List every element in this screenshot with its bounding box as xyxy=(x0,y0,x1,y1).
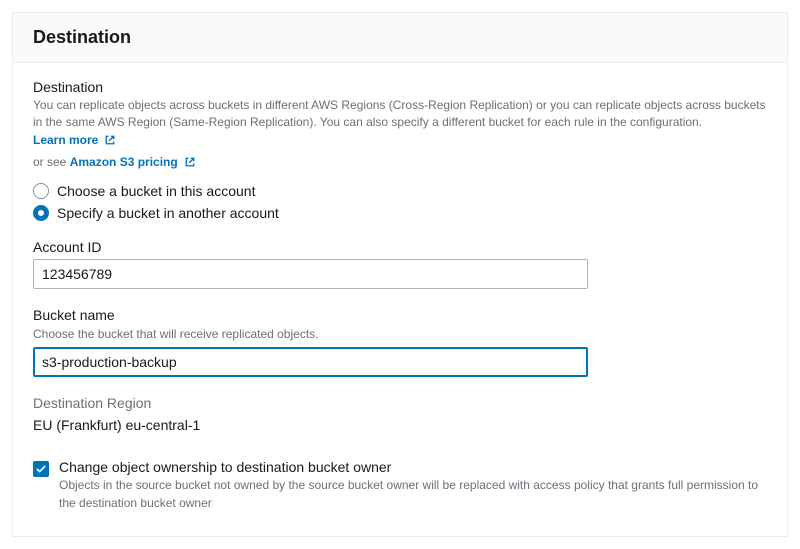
account-id-label: Account ID xyxy=(33,239,767,255)
radio-specify-other-account[interactable]: Specify a bucket in another account xyxy=(33,205,767,221)
destination-bucket-radio-group: Choose a bucket in this account Specify … xyxy=(33,183,767,221)
destination-description: You can replicate objects across buckets… xyxy=(33,97,767,149)
change-ownership-checkbox-row: Change object ownership to destination b… xyxy=(33,459,767,512)
panel-body: Destination You can replicate objects ac… xyxy=(13,63,787,536)
radio-icon xyxy=(33,183,49,199)
bucket-name-hint: Choose the bucket that will receive repl… xyxy=(33,327,767,341)
destination-region-value: EU (Frankfurt) eu-central-1 xyxy=(33,417,767,433)
destination-section-label: Destination xyxy=(33,79,767,95)
change-ownership-label: Change object ownership to destination b… xyxy=(59,459,767,475)
check-icon xyxy=(35,463,47,475)
destination-panel: Destination Destination You can replicat… xyxy=(12,12,788,537)
panel-header: Destination xyxy=(13,13,787,63)
radio-choose-this-account[interactable]: Choose a bucket in this account xyxy=(33,183,767,199)
bucket-name-field-group: Bucket name Choose the bucket that will … xyxy=(33,307,767,377)
account-id-input[interactable] xyxy=(33,259,588,289)
or-see-row: or see Amazon S3 pricing xyxy=(33,155,767,169)
destination-region-label: Destination Region xyxy=(33,395,767,411)
account-id-field-group: Account ID xyxy=(33,239,767,289)
panel-title: Destination xyxy=(33,27,767,48)
learn-more-link[interactable]: Learn more xyxy=(33,132,116,149)
external-link-icon xyxy=(184,156,196,168)
bucket-name-input[interactable] xyxy=(33,347,588,377)
change-ownership-description: Objects in the source bucket not owned b… xyxy=(59,477,767,512)
destination-region-group: Destination Region EU (Frankfurt) eu-cen… xyxy=(33,395,767,433)
bucket-name-label: Bucket name xyxy=(33,307,767,323)
radio-icon xyxy=(33,205,49,221)
pricing-link[interactable]: Amazon S3 pricing xyxy=(70,155,196,169)
external-link-icon xyxy=(104,134,116,146)
change-ownership-checkbox[interactable] xyxy=(33,461,49,477)
